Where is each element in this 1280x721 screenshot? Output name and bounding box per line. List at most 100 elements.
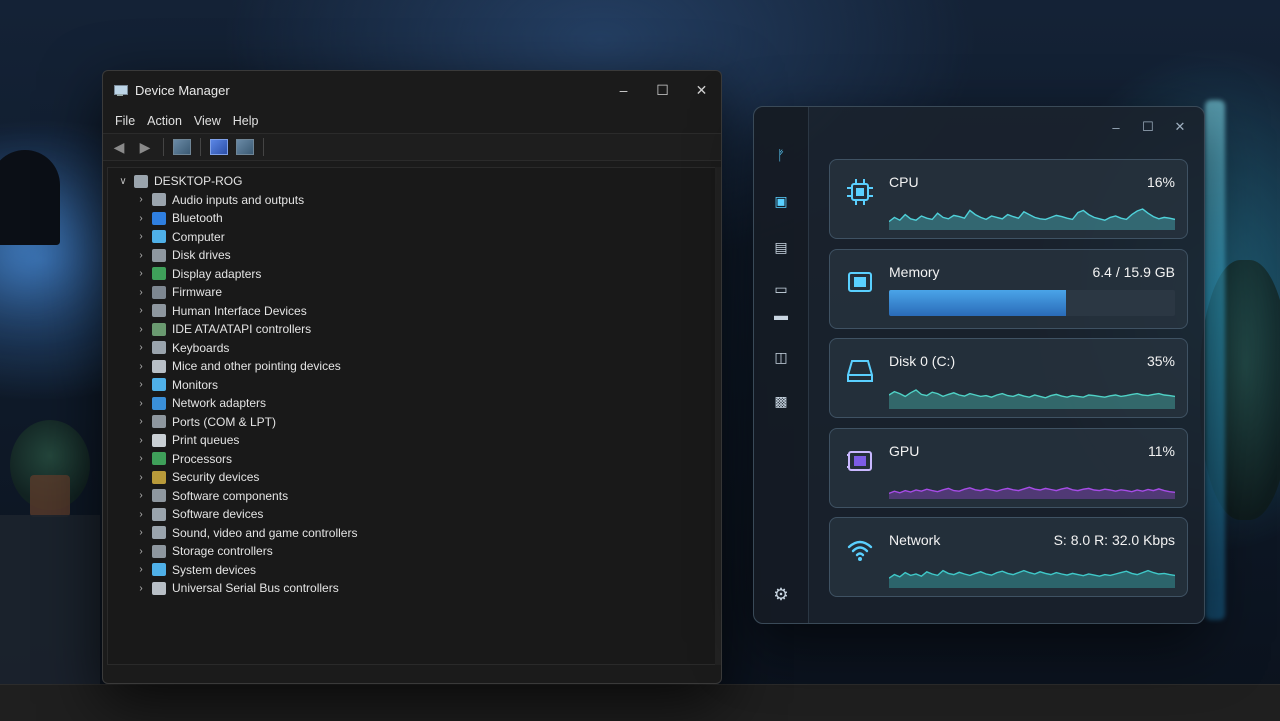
chevron-right-icon[interactable]: ›: [134, 287, 148, 298]
tree-item[interactable]: › Software devices: [108, 505, 716, 524]
network-nav-icon[interactable]: ◫: [771, 347, 791, 367]
maximize-icon[interactable]: ☐: [643, 71, 682, 109]
chevron-right-icon[interactable]: ›: [134, 546, 148, 557]
device-manager-window[interactable]: Device Manager – ☐ ✕ File Action View He…: [102, 70, 722, 684]
device-tree[interactable]: ∨ DESKTOP-ROG › Audio inputs and outputs ›…: [107, 167, 717, 665]
tree-item-label: System devices: [172, 562, 257, 577]
back-arrow-icon[interactable]: ◀: [109, 138, 129, 156]
chevron-right-icon[interactable]: ›: [134, 416, 148, 427]
chevron-right-icon[interactable]: ›: [134, 361, 148, 372]
menu-help[interactable]: Help: [227, 114, 265, 128]
chevron-right-icon[interactable]: ›: [134, 398, 148, 409]
show-hide-console-tree-button[interactable]: [172, 138, 192, 156]
cpu-icon: [844, 176, 876, 208]
close-icon[interactable]: ✕: [682, 71, 721, 109]
chevron-right-icon[interactable]: ›: [134, 435, 148, 446]
storage-controller-icon: [152, 544, 166, 558]
tree-item[interactable]: › Print queues: [108, 431, 716, 450]
chevron-right-icon[interactable]: ›: [134, 305, 148, 316]
tree-item[interactable]: › Ports (COM & LPT): [108, 413, 716, 432]
menu-action[interactable]: Action: [141, 114, 188, 128]
properties-button[interactable]: [235, 138, 255, 156]
tree-item[interactable]: › Computer: [108, 228, 716, 247]
gpu-value: 11%: [1148, 443, 1175, 459]
cpu-nav-icon[interactable]: ▣: [771, 191, 791, 211]
tree-item[interactable]: › IDE ATA/ATAPI controllers: [108, 320, 716, 339]
memory-icon: [844, 266, 876, 298]
app-nav-icon[interactable]: ▩: [771, 391, 791, 411]
chevron-right-icon[interactable]: ›: [134, 564, 148, 575]
speaker-icon: [152, 193, 166, 207]
tree-item[interactable]: › Security devices: [108, 468, 716, 487]
chevron-right-icon[interactable]: ›: [134, 213, 148, 224]
taskbar[interactable]: [0, 684, 1280, 721]
help-book-icon: [210, 139, 228, 155]
printer-icon: [152, 433, 166, 447]
chevron-right-icon[interactable]: ›: [134, 379, 148, 390]
security-device-icon: [152, 470, 166, 484]
cpu-label: CPU: [889, 174, 919, 190]
chevron-right-icon[interactable]: ›: [134, 472, 148, 483]
title-bar[interactable]: Device Manager – ☐ ✕: [103, 71, 721, 109]
port-icon: [152, 415, 166, 429]
chevron-right-icon[interactable]: ›: [134, 268, 148, 279]
gpu-card[interactable]: GPU 11%: [829, 428, 1188, 508]
chevron-right-icon[interactable]: ›: [134, 250, 148, 261]
gpu-graph: [889, 486, 1175, 499]
tree-item[interactable]: › Keyboards: [108, 339, 716, 358]
tree-item[interactable]: › Audio inputs and outputs: [108, 191, 716, 210]
hid-icon: [152, 304, 166, 318]
minimize-icon[interactable]: –: [604, 71, 643, 109]
logo-icon[interactable]: ᚠ: [771, 145, 791, 165]
background-lamp: [0, 150, 60, 245]
tree-item[interactable]: › Display adapters: [108, 265, 716, 284]
scrollbar[interactable]: [715, 167, 721, 665]
graph-area: [889, 487, 1175, 499]
chevron-right-icon[interactable]: ›: [134, 509, 148, 520]
forward-arrow-icon[interactable]: ▶: [135, 138, 155, 156]
monitor-close-icon[interactable]: ✕: [1164, 115, 1196, 139]
tree-item[interactable]: › Storage controllers: [108, 542, 716, 561]
chevron-right-icon[interactable]: ›: [134, 490, 148, 501]
tree-item[interactable]: › Software components: [108, 487, 716, 506]
disk-card[interactable]: Disk 0 (C:) 35%: [829, 338, 1188, 418]
tree-item-label: Computer: [172, 229, 225, 244]
memory-value: 6.4 / 15.9 GB: [1092, 264, 1176, 280]
chevron-down-icon[interactable]: ∨: [116, 176, 130, 187]
chevron-right-icon[interactable]: ›: [134, 324, 148, 335]
chevron-right-icon[interactable]: ›: [134, 527, 148, 538]
memory-card[interactable]: Memory 6.4 / 15.9 GB: [829, 249, 1188, 329]
menu-view[interactable]: View: [188, 114, 227, 128]
disk-nav-icon[interactable]: ▭: [771, 279, 791, 299]
network-card[interactable]: Network S: 8.0 R: 32.0 Kbps: [829, 517, 1188, 597]
tree-item[interactable]: › Disk drives: [108, 246, 716, 265]
system-monitor-window[interactable]: ᚠ ▣ ▤ ▭ ▬ ◫ ▩ ⚙ – ☐ ✕ CPU 16% Memory 6.4…: [753, 106, 1205, 624]
network-value: S: 8.0 R: 32.0 Kbps: [1053, 532, 1175, 548]
tree-item[interactable]: › System devices: [108, 561, 716, 580]
scan-hardware-button[interactable]: [272, 138, 292, 156]
tree-item[interactable]: › Universal Serial Bus controllers: [108, 579, 716, 598]
monitor-maximize-icon[interactable]: ☐: [1132, 115, 1164, 139]
tree-item[interactable]: › Network adapters: [108, 394, 716, 413]
computer-icon: [152, 230, 166, 244]
settings-icon[interactable]: ⚙: [771, 585, 791, 605]
tree-item[interactable]: › Bluetooth: [108, 209, 716, 228]
chevron-right-icon[interactable]: ›: [134, 453, 148, 464]
chevron-right-icon[interactable]: ›: [134, 342, 148, 353]
tree-root[interactable]: ∨ DESKTOP-ROG: [108, 172, 716, 191]
tree-item[interactable]: › Human Interface Devices: [108, 302, 716, 321]
chevron-right-icon[interactable]: ›: [134, 583, 148, 594]
tree-item[interactable]: › Processors: [108, 450, 716, 469]
tree-item[interactable]: › Monitors: [108, 376, 716, 395]
cpu-card[interactable]: CPU 16%: [829, 159, 1188, 239]
monitor-minimize-icon[interactable]: –: [1100, 115, 1132, 139]
menu-file[interactable]: File: [109, 114, 141, 128]
tree-item[interactable]: › Firmware: [108, 283, 716, 302]
memory-nav-icon[interactable]: ▤: [771, 237, 791, 257]
chevron-right-icon[interactable]: ›: [134, 194, 148, 205]
tree-item[interactable]: › Mice and other pointing devices: [108, 357, 716, 376]
chevron-right-icon[interactable]: ›: [134, 231, 148, 242]
help-button[interactable]: [209, 138, 229, 156]
tree-item[interactable]: › Sound, video and game controllers: [108, 524, 716, 543]
gpu-nav-icon[interactable]: ▬: [771, 305, 791, 325]
